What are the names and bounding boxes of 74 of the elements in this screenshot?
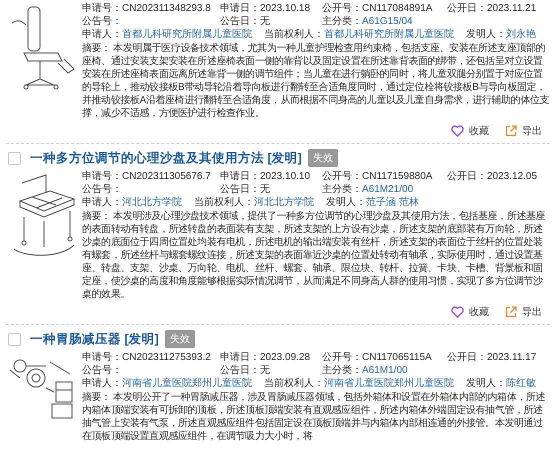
field-label: 当前权利人： <box>264 29 324 40</box>
field-label: 公开号： <box>322 3 362 14</box>
checkbox[interactable] <box>8 152 21 164</box>
abstract-text: 摘要： 本发明涉及心理沙盘技术领域，提供了一种多方位调节的心理沙盘及其使用方法，包括基座，所述基座的表面转动有转盘，所述转盘的表面装有支架，所述支架的上方设有沙桌，所述支架的底部装有万向轮，所述沙桌的底面位于四周位置处均装有电机，所述电机的输出端安装有丝杆，所述支架的表面位于丝杆的位置处装有螺套，所述丝杆与螺套螺纹连接，所述支架的表面靠近沙桌的位置处转动有轴承，实际使用时，通过设置基座、转盘、支架、沙桌、万向轮、电机、丝杆、螺套、轴承、限位块、转杆、拉簧、卡块、卡槽、背景板和固定座，使沙桌的高度和角度能够根据实际情况调节，从而满足不同身高人群的使用习惯，实现了多方位调节沙桌的效果。 <box>82 210 546 301</box>
field-value: 无 <box>260 365 270 376</box>
export-button[interactable]: 导出 <box>505 305 542 319</box>
field-value: CN202311305676.7 <box>122 171 211 182</box>
favorite-button[interactable]: 收藏 <box>451 124 489 138</box>
field-label: 公开号： <box>322 171 362 182</box>
field-label: 当前权利人： <box>264 378 324 389</box>
field-label: 公告日： <box>220 16 260 27</box>
favorite-button[interactable]: 收藏 <box>451 305 489 319</box>
field-label: 申请人： <box>82 29 122 40</box>
field-value: 无 <box>260 184 270 195</box>
field-link[interactable]: 首都儿科研究所附属儿童医院 <box>324 29 454 40</box>
field-link[interactable]: A61M21/00 <box>362 184 414 195</box>
heart-icon <box>451 125 464 137</box>
field-label: 公开号： <box>322 352 362 363</box>
status-tag: 失效 <box>308 149 338 167</box>
field-label: 申请人： <box>82 378 122 389</box>
field-label: 当前权利人： <box>194 197 254 208</box>
field-label: 申请人： <box>82 197 122 208</box>
field-label: 申请号： <box>82 3 122 14</box>
field-label: 申请日： <box>220 3 260 14</box>
checkbox[interactable] <box>8 332 21 346</box>
field-label: 公告日： <box>220 365 260 376</box>
field-label: 申请号： <box>82 352 122 363</box>
field-label: 公告日： <box>220 184 260 195</box>
field-label: 主分类： <box>322 184 362 195</box>
export-button[interactable]: 导出 <box>505 124 542 138</box>
field-value: 2023.09.28 <box>260 352 310 363</box>
field-label: 主分类： <box>322 16 362 27</box>
field-value: 2023.11.17 <box>487 352 536 363</box>
result-title[interactable]: 一种胃肠减压器 [发明] <box>30 330 159 348</box>
abstract-text: 摘要： 本发明属于医疗设备技术领域，尤其为一种儿童护理检查用约束椅，包括支座、安装在所述支座顶部的座椅、通过安装支架安装在所述座椅表面一侧的靠背以及固定设置在所述靠背表面的绑带，还包括呈对立设置安装在所述座椅表面远离所述靠背一侧的调节组件；当儿童在进行躺卧的同时，将儿童双腿分别置于对应位置的导轮上，推动铰接板B带动导轮沿着导向板进行翻转至合适角度同时，通过定位栓将铰接板B与导向板固定，并推动铰接板A沿着座椅进行翻转至合适角度，从而根据不同身高的儿童以及儿童自身需求，进行辅助的体位支撑，减少不适感，方便医护进行检查作业。 <box>82 42 550 120</box>
field-label: 主分类： <box>322 365 362 376</box>
field-label: 发明人： <box>466 29 506 40</box>
field-link[interactable]: 河北北方学院 <box>254 197 314 208</box>
heart-icon <box>451 306 464 318</box>
field-label: 发明人： <box>326 197 366 208</box>
field-value: 2023.12.05 <box>487 171 538 182</box>
field-value: CN117159880A <box>362 171 432 182</box>
field-link[interactable]: 刘永艳 <box>506 29 536 40</box>
export-icon <box>505 125 517 137</box>
field-label: 公告号： <box>82 16 122 27</box>
field-label: 申请号： <box>82 171 122 182</box>
field-link[interactable]: 范子涵 范林 <box>366 197 419 208</box>
field-value: CN202311348293.8 <box>122 3 211 14</box>
field-value: 无 <box>260 16 270 27</box>
abstract-text: 摘要： 本发明公开了一种胃肠减压器，涉及胃肠减压器领域，包括外箱体和设置在外箱体内部的内箱体，所述内箱体顶端安装有可拆卸的顶板，所述顶板顶端安装有直观感应组件，所述内箱体外端固定设有抽气管，所述抽气管上安装有气泵，所述直观感应组件包括固定设在顶板顶端并与内箱体内部相连通的外接管。本发明通过在顶板顶端设置直观感应组件，在调节吸力大小时，将 <box>82 391 546 443</box>
field-label: 公开日： <box>447 171 487 182</box>
field-label: 公告号： <box>82 365 122 376</box>
field-label: 公开日： <box>447 352 487 363</box>
field-link[interactable]: 首都儿科研究所附属儿童医院 <box>122 29 252 40</box>
field-label: 公开日： <box>447 3 487 14</box>
field-link[interactable]: 河南省儿童医院郑州儿童医院 <box>324 378 454 389</box>
field-link[interactable]: 河北北方学院 <box>122 197 182 208</box>
export-icon <box>505 306 517 318</box>
field-label: 申请日： <box>220 352 260 363</box>
field-value: CN117065115A <box>362 352 432 363</box>
field-link[interactable]: A61M1/00 <box>362 365 408 376</box>
field-value: 2023.10.10 <box>260 171 310 182</box>
field-value: 2023.11.21 <box>487 3 536 14</box>
status-tag: 失效 <box>164 330 195 348</box>
result-title[interactable]: 一种多方位调节的心理沙盘及其使用方法 [发明] <box>30 150 302 166</box>
field-value: 2023.10.18 <box>260 3 310 14</box>
field-label: 申请日： <box>220 171 260 182</box>
field-link[interactable]: A61G15/04 <box>362 16 413 27</box>
field-label: 发明人： <box>466 378 506 389</box>
field-link[interactable]: 陈红敏 <box>506 378 536 389</box>
field-value: CN202311275393.2 <box>122 352 211 363</box>
field-label: 公告号： <box>82 184 122 195</box>
field-link[interactable]: 河南省儿童医院郑州儿童医院 <box>122 378 252 389</box>
field-value: CN117084891A <box>362 3 432 14</box>
